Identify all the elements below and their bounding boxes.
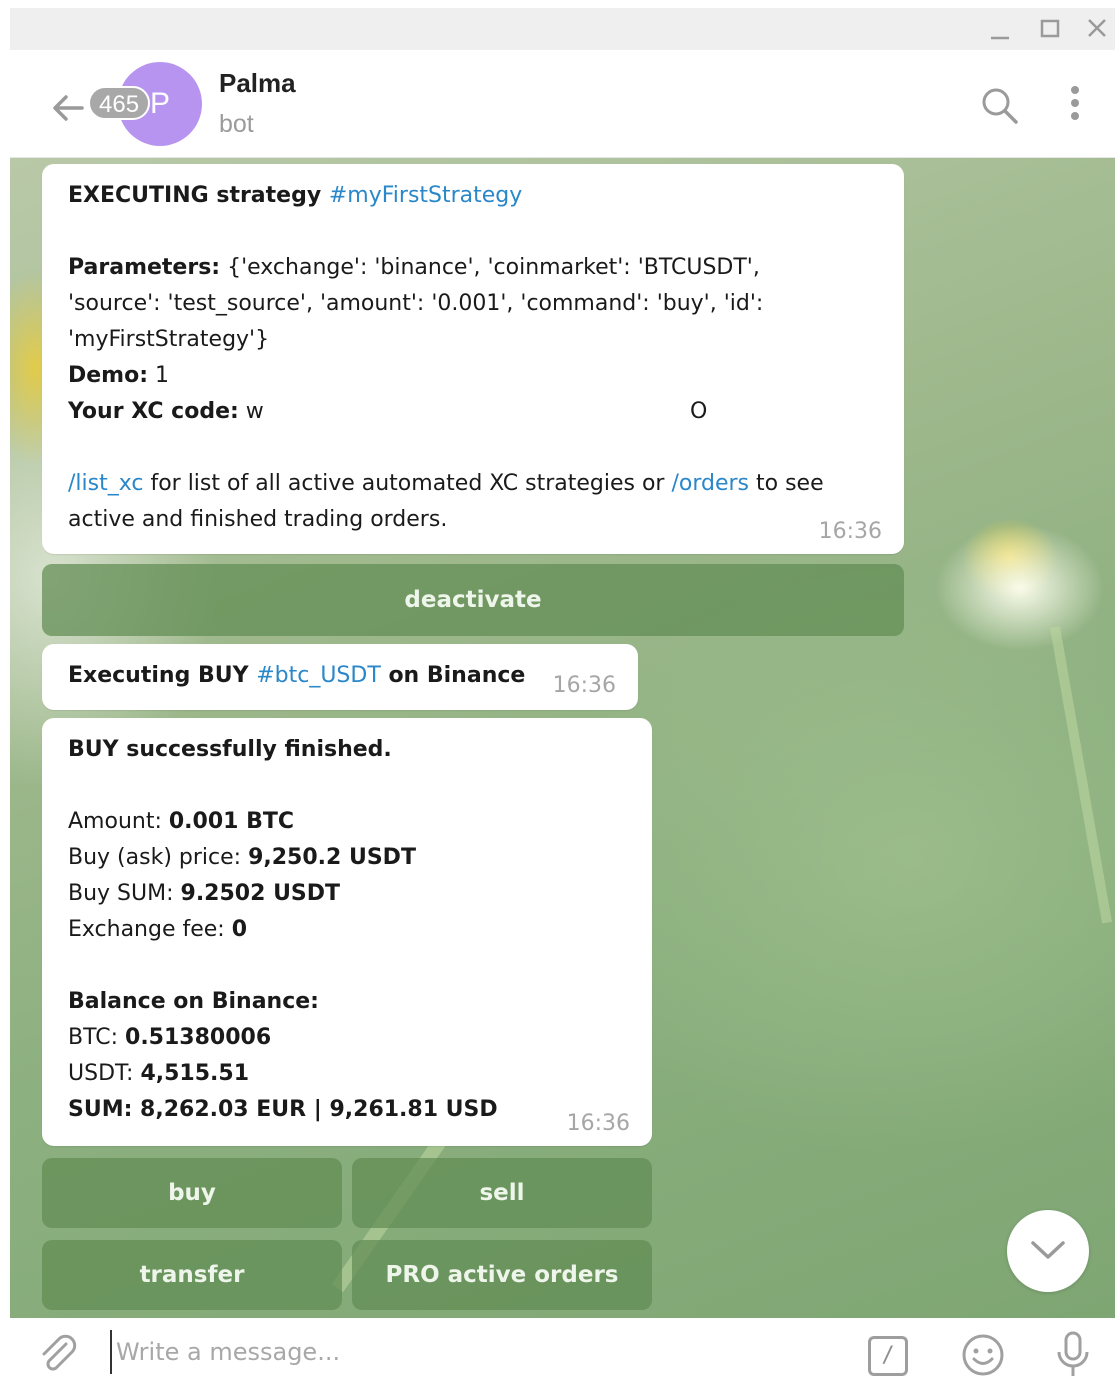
xc-code-value-end: O xyxy=(690,399,708,424)
title-bar xyxy=(10,8,1115,50)
pro-active-orders-button[interactable]: PRO active orders xyxy=(352,1240,652,1310)
hashtag-link[interactable]: #btc_USDT xyxy=(256,663,381,688)
sell-button[interactable]: sell xyxy=(352,1158,652,1228)
footer-text: active and finished trading orders. xyxy=(68,507,448,532)
background-decoration xyxy=(1050,626,1112,924)
message-title: EXECUTING strategy xyxy=(68,183,329,208)
balance-total: SUM: 8,262.03 EUR | 9,261.81 USD xyxy=(68,1097,498,1122)
btc-label: BTC: xyxy=(68,1025,126,1050)
bot-command-button[interactable]: / xyxy=(868,1336,908,1376)
params-label: Parameters: xyxy=(68,255,221,280)
back-arrow-icon xyxy=(53,95,84,121)
message-time: 16:36 xyxy=(818,519,882,544)
orders-command-link[interactable]: /orders xyxy=(671,471,749,496)
fee-value: 0 xyxy=(231,917,248,942)
buy-sum-value: 9.2502 USDT xyxy=(180,881,341,906)
chevron-down-icon xyxy=(1031,1241,1065,1259)
xc-code-value: w xyxy=(238,399,264,424)
usdt-label: USDT: xyxy=(68,1061,141,1086)
footer-text: to see xyxy=(749,471,824,496)
message-composer: / xyxy=(10,1318,1115,1382)
btc-value: 0.51380006 xyxy=(125,1025,272,1050)
fee-label: Exchange fee: xyxy=(68,917,232,942)
params-text: 'source': 'test_source', 'amount': '0.00… xyxy=(68,291,764,316)
maximize-icon[interactable] xyxy=(1035,14,1067,44)
price-label: Buy (ask) price: xyxy=(68,845,249,870)
executing-text: on Binance xyxy=(380,663,526,688)
hashtag-link[interactable]: #myFirstStrategy xyxy=(329,183,522,208)
executing-text: Executing BUY xyxy=(68,663,257,688)
message-input[interactable] xyxy=(110,1330,710,1374)
amount-label: Amount: xyxy=(68,809,169,834)
more-vertical-icon[interactable] xyxy=(1065,84,1085,129)
chat-title[interactable]: Palma xyxy=(219,68,296,99)
chat-messages-area[interactable]: EXECUTING strategy #myFirstStrategy Para… xyxy=(10,158,1115,1318)
buy-sum-label: Buy SUM: xyxy=(68,881,181,906)
message-bubble-executing[interactable]: Executing BUY #btc_USDT on Binance 16:36 xyxy=(42,644,638,710)
telegram-window: 465 P Palma bot EXECUTING strategy #myFi… xyxy=(10,8,1115,1382)
message-bubble-buy-result[interactable]: BUY successfully finished. Amount: 0.001… xyxy=(42,718,652,1146)
params-text: {'exchange': 'binance', 'coinmarket': 'B… xyxy=(220,255,760,280)
minimize-icon[interactable] xyxy=(985,14,1017,44)
close-icon[interactable] xyxy=(1082,14,1114,44)
attach-icon[interactable] xyxy=(36,1332,80,1381)
scroll-down-button[interactable] xyxy=(1007,1210,1089,1292)
buy-button[interactable]: buy xyxy=(42,1158,342,1228)
chat-status: bot xyxy=(219,110,254,138)
unread-count-badge: 465 xyxy=(88,86,151,120)
price-value: 9,250.2 USDT xyxy=(248,845,416,870)
message-time: 16:36 xyxy=(566,1111,630,1136)
message-bubble-strategy[interactable]: EXECUTING strategy #myFirstStrategy Para… xyxy=(42,164,904,554)
demo-value: 1 xyxy=(148,363,170,388)
buy-heading: BUY successfully finished. xyxy=(68,737,392,762)
deactivate-button[interactable]: deactivate xyxy=(42,564,904,636)
demo-label: Demo: xyxy=(68,363,149,388)
search-icon[interactable] xyxy=(980,86,1020,131)
xc-code-label: Your XC code: xyxy=(68,399,239,424)
usdt-value: 4,515.51 xyxy=(140,1061,249,1086)
back-button[interactable]: 465 xyxy=(44,72,151,142)
chat-header: 465 P Palma bot xyxy=(10,50,1115,158)
message-time: 16:36 xyxy=(552,673,616,698)
amount-value: 0.001 BTC xyxy=(168,809,295,834)
params-text: 'myFirstStrategy'} xyxy=(68,327,270,352)
microphone-icon[interactable] xyxy=(1055,1330,1091,1382)
transfer-button[interactable]: transfer xyxy=(42,1240,342,1310)
list-xc-command-link[interactable]: /list_xc xyxy=(68,471,143,496)
balance-heading: Balance on Binance: xyxy=(68,989,319,1014)
footer-text: for list of all active automated XC stra… xyxy=(143,471,672,496)
emoji-icon[interactable] xyxy=(960,1332,1006,1382)
